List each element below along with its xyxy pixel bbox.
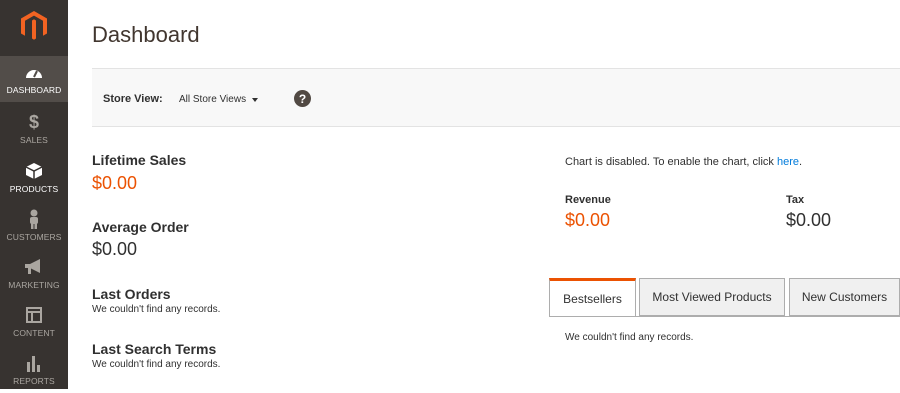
sidebar-item-label: SALES: [20, 135, 48, 145]
last-orders-empty: We couldn't find any records.: [92, 304, 221, 315]
magento-logo-icon[interactable]: [0, 0, 68, 52]
chart-message-suffix: .: [799, 156, 803, 168]
person-icon: [28, 209, 40, 229]
sidebar-item-marketing[interactable]: MARKETING: [0, 251, 68, 297]
sidebar-item-label: REPORTS: [13, 376, 55, 386]
tab-label: Most Viewed Products: [652, 290, 772, 304]
tab-new-customers[interactable]: New Customers: [789, 278, 900, 316]
layout-icon: [26, 305, 42, 325]
tab-most-viewed-products[interactable]: Most Viewed Products: [639, 278, 785, 316]
lifetime-sales-value: $0.00: [92, 173, 138, 193]
store-view-value: All Store Views: [179, 94, 247, 105]
help-icon[interactable]: ?: [294, 90, 311, 107]
sidebar-item-products[interactable]: PRODUCTS: [0, 155, 68, 201]
enable-chart-link[interactable]: here: [777, 156, 799, 168]
sidebar-item-customers[interactable]: CUSTOMERS: [0, 203, 68, 249]
sidebar-item-label: DASHBOARD: [6, 85, 62, 95]
tax-value: $0.00: [786, 210, 832, 230]
tab-label: Bestsellers: [563, 291, 622, 306]
tax-label: Tax: [786, 194, 805, 206]
last-search-terms-label: Last Search Terms: [92, 341, 217, 357]
cube-icon: [25, 161, 43, 181]
lifetime-sales-label: Lifetime Sales: [92, 152, 187, 168]
sidebar-item-sales[interactable]: $ SALES: [0, 106, 68, 152]
sidebar-item-label: MARKETING: [8, 280, 60, 290]
bar-chart-icon: [26, 353, 42, 373]
last-search-terms-empty: We couldn't find any records.: [92, 359, 221, 370]
store-view-label: Store View:: [103, 93, 163, 105]
tab-content-empty: We couldn't find any records.: [565, 332, 694, 343]
last-orders-label: Last Orders: [92, 286, 171, 302]
sidebar-item-label: PRODUCTS: [9, 184, 59, 194]
tab-divider: [549, 316, 900, 317]
dollar-icon: $: [28, 111, 39, 132]
chevron-down-icon: [252, 97, 259, 102]
store-switcher-bar: Store View: All Store Views ?: [92, 68, 900, 127]
store-view-dropdown[interactable]: All Store Views: [179, 94, 259, 105]
average-order-label: Average Order: [92, 219, 189, 235]
sidebar-item-content[interactable]: CONTENT: [0, 299, 68, 345]
revenue-label: Revenue: [565, 194, 611, 206]
admin-sidebar: DASHBOARD $ SALES PRODUCTS CUSTOMERS MAR…: [0, 0, 68, 389]
dashboard-icon: [24, 62, 44, 82]
tab-bestsellers[interactable]: Bestsellers: [549, 278, 636, 316]
tab-label: New Customers: [801, 290, 888, 304]
page-title: Dashboard: [92, 22, 200, 47]
average-order-value: $0.00: [92, 239, 138, 259]
chart-message-text: Chart is disabled. To enable the chart, …: [565, 156, 777, 168]
sidebar-item-reports[interactable]: REPORTS: [0, 347, 68, 393]
revenue-value: $0.00: [565, 210, 611, 230]
sidebar-item-dashboard[interactable]: DASHBOARD: [0, 56, 68, 102]
chart-disabled-message: Chart is disabled. To enable the chart, …: [565, 156, 802, 168]
sidebar-item-label: CONTENT: [13, 328, 55, 338]
sidebar-item-label: CUSTOMERS: [6, 232, 62, 242]
megaphone-icon: [24, 257, 44, 277]
